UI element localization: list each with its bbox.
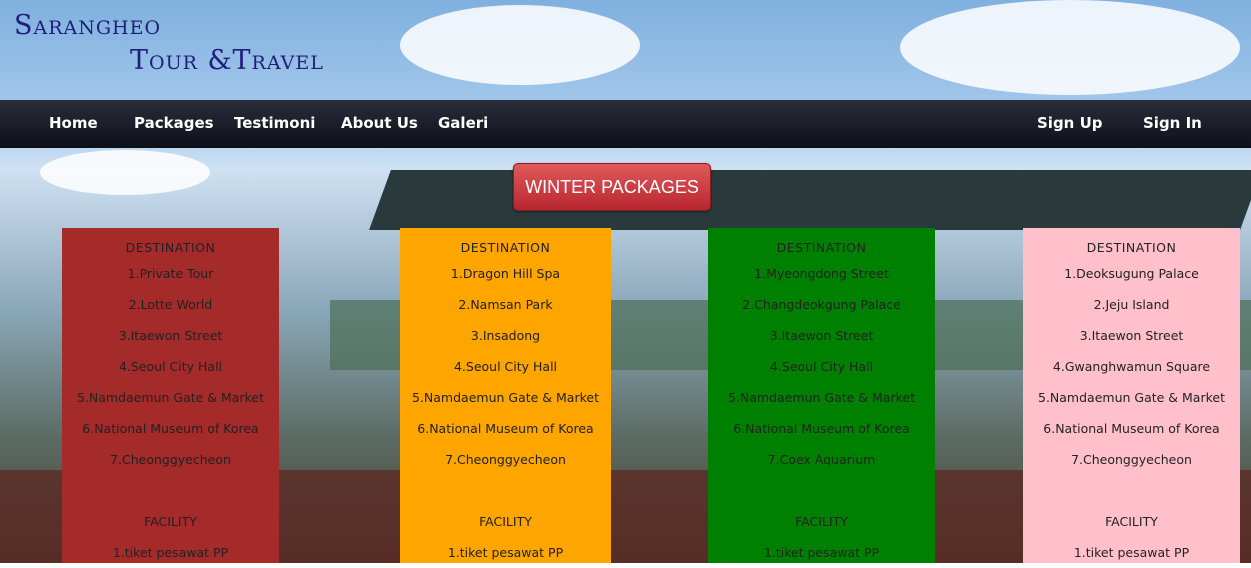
destination-item: 2.Jeju Island: [1093, 297, 1170, 312]
destination-item: 1.Dragon Hill Spa: [450, 266, 561, 281]
package-card-3: DESTINATION 1.Myeongdong Street 2.Changdeo…: [708, 228, 935, 563]
destination-heading: DESTINATION: [125, 240, 216, 255]
facility-heading: FACILITY: [144, 514, 197, 529]
destination-heading: DESTINATION: [460, 240, 551, 255]
destination-item: 5.Namdaemun Gate & Market: [412, 390, 599, 405]
package-card-2: DESTINATION 1.Dragon Hill Spa 2.Namsan Par…: [400, 228, 611, 563]
destination-item: 6.National Museum of Korea: [1043, 421, 1220, 436]
destination-item: 7.Cheonggyecheon: [110, 452, 231, 467]
facility-item: 1.tiket pesawat PP: [112, 545, 229, 560]
facility-item: 1.tiket pesawat PP: [763, 545, 880, 560]
site-header: Sarangheo Tour &Travel: [0, 0, 1251, 100]
destination-item: 3.Itaewon Street: [1079, 328, 1184, 343]
destination-item: 6.National Museum of Korea: [82, 421, 259, 436]
destination-item: 3.Itaewon Street: [118, 328, 223, 343]
winter-packages-button[interactable]: WINTER PACKAGES: [513, 163, 711, 211]
nav-sign-in[interactable]: Sign In: [1143, 114, 1202, 132]
nav-home[interactable]: Home: [49, 114, 98, 132]
destination-item: 2.Namsan Park: [458, 297, 553, 312]
palace-roof: [369, 170, 1251, 230]
destination-heading: DESTINATION: [1086, 240, 1177, 255]
main-navigation: Home Packages Testimoni About Us Galeri …: [0, 100, 1251, 148]
destination-item: 4.Seoul City Hall: [118, 359, 223, 374]
destination-item: 7.Cheonggyecheon: [445, 452, 566, 467]
logo-line-1: Sarangheo: [14, 10, 162, 41]
destination-item: 4.Seoul City Hall: [453, 359, 558, 374]
destination-item: 5.Namdaemun Gate & Market: [77, 390, 264, 405]
nav-packages[interactable]: Packages: [134, 114, 214, 132]
nav-sign-up[interactable]: Sign Up: [1037, 114, 1103, 132]
package-card-4: DESTINATION 1.Deoksugung Palace 2.Jeju Isl…: [1023, 228, 1240, 563]
facility-item: 1.tiket pesawat PP: [1073, 545, 1190, 560]
destination-item: 2.Lotte World: [128, 297, 213, 312]
destination-item: 3.Insadong: [470, 328, 541, 343]
cloud: [40, 150, 210, 195]
destination-item: 7.Cheonggyecheon: [1071, 452, 1192, 467]
destination-item: 6.National Museum of Korea: [733, 421, 910, 436]
destination-item: 1.Deoksugung Palace: [1064, 266, 1199, 281]
destination-item: 2.Changdeokgung Palace: [742, 297, 901, 312]
facility-heading: FACILITY: [1105, 514, 1158, 529]
destination-item: 5.Namdaemun Gate & Market: [728, 390, 915, 405]
destination-item: 6.National Museum of Korea: [417, 421, 594, 436]
destination-item: 7.Coex Aquarium: [767, 452, 876, 467]
destination-heading: DESTINATION: [776, 240, 867, 255]
destination-item: 1.Myeongdong Street: [754, 266, 889, 281]
nav-about-us[interactable]: About Us: [341, 114, 418, 132]
nav-galeri[interactable]: Galeri: [438, 114, 488, 132]
logo-line-2: Tour &Travel: [130, 45, 324, 76]
destination-item: 4.Gwanghwamun Square: [1052, 359, 1211, 374]
nav-testimoni[interactable]: Testimoni: [234, 114, 315, 132]
destination-item: 1.Private Tour: [127, 266, 214, 281]
destination-item: 3.Itaewon Street: [769, 328, 874, 343]
destination-item: 5.Namdaemun Gate & Market: [1038, 390, 1225, 405]
facility-heading: FACILITY: [795, 514, 848, 529]
destination-item: 4.Seoul City Hall: [769, 359, 874, 374]
package-card-1: DESTINATION 1.Private Tour 2.Lotte World 3.…: [62, 228, 279, 563]
facility-heading: FACILITY: [479, 514, 532, 529]
facility-item: 1.tiket pesawat PP: [447, 545, 564, 560]
